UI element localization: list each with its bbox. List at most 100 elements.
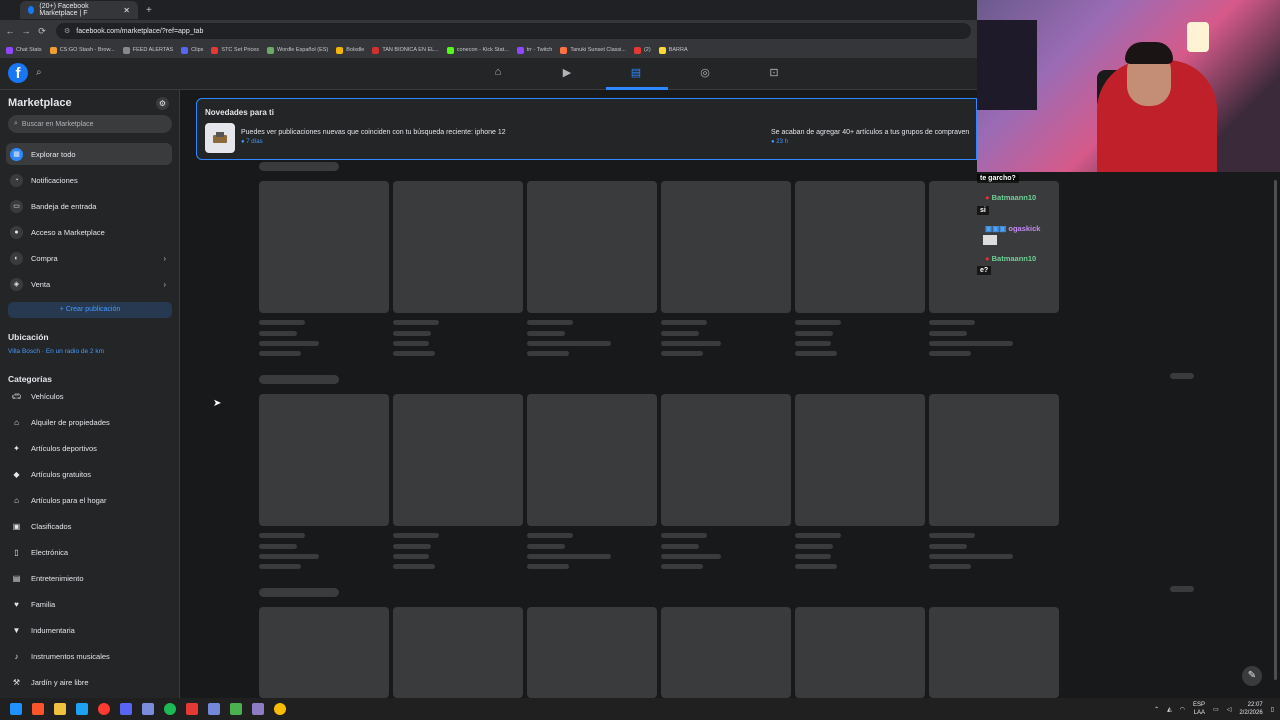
bookmark-item[interactable]: conecon - Kick Stat...: [446, 46, 509, 54]
display-icon[interactable]: ▭: [1213, 706, 1219, 713]
skeleton-listing-card: [929, 607, 1059, 698]
app-icon[interactable]: [208, 703, 220, 715]
page-scrollbar[interactable]: [1274, 180, 1277, 680]
home-icon[interactable]: ⌂: [491, 66, 505, 80]
calendar-icon[interactable]: [186, 703, 198, 715]
bookmark-item[interactable]: (2): [633, 46, 651, 54]
category-label: Indumentaria: [31, 625, 75, 635]
category-item-instruments[interactable]: ♪ Instrumentos musicales: [6, 645, 172, 667]
app-icon[interactable]: [142, 703, 154, 715]
gaming-icon[interactable]: ⊡: [767, 66, 781, 80]
forward-icon[interactable]: →: [20, 26, 32, 36]
category-item-rentals[interactable]: ⌂ Alquiler de propiedades: [6, 411, 172, 433]
category-item-vehicles[interactable]: 🚗︎ Vehículos: [6, 385, 172, 407]
clock[interactable]: 22:07 2/2/2026: [1239, 701, 1262, 717]
app-icon[interactable]: [76, 703, 88, 715]
speaker-icon[interactable]: ◁: [1227, 706, 1232, 713]
bookmarks-bar: Chat Stats CS:GO Stash - Brow... FEED AL…: [0, 42, 977, 58]
category-item-family[interactable]: ♥ Familia: [6, 593, 172, 615]
category-item-clothing[interactable]: ▼ Indumentaria: [6, 619, 172, 641]
skeleton-text-line: [661, 533, 707, 538]
browser-tab[interactable]: (20+) Facebook Marketplace | F ✕: [20, 1, 138, 19]
facebook-logo-icon[interactable]: f: [8, 63, 28, 83]
category-item-electronics[interactable]: ▯ Electrónica: [6, 541, 172, 563]
chrome-icon[interactable]: [274, 703, 286, 715]
app-icon[interactable]: [252, 703, 264, 715]
skeleton-text-line: [929, 351, 971, 356]
bookmark-item[interactable]: Chat Stats: [6, 46, 42, 54]
category-item-entertainment[interactable]: ▤ Entretenimiento: [6, 567, 172, 589]
sidebar-item-sell[interactable]: ◈ Venta ›: [6, 273, 172, 295]
bookmark-item[interactable]: Tanuki Sunset Classi...: [560, 46, 626, 54]
new-tab-icon[interactable]: +: [146, 5, 152, 16]
skeleton-row-title: [259, 588, 339, 597]
skeleton-listing-card: [661, 394, 791, 526]
skeleton-text-line: [259, 320, 305, 325]
video-icon[interactable]: ▶: [560, 66, 574, 80]
groups-icon[interactable]: ◎: [698, 66, 712, 80]
chevron-right-icon: ›: [163, 279, 166, 289]
sidebar-item-explore[interactable]: ▦ Explorar todo: [6, 143, 172, 165]
sidebar-item-inbox[interactable]: ▭ Bandeja de entrada: [6, 195, 172, 217]
sidebar-item-notifications[interactable]: ◔ Notificaciones: [6, 169, 172, 191]
notification-item-text[interactable]: Se acaban de agregar 40+ artículos a tus…: [771, 129, 969, 136]
back-icon[interactable]: ←: [4, 26, 16, 36]
skeleton-listing-card: [527, 394, 657, 526]
language-indicator[interactable]: ESP LAA: [1193, 701, 1205, 717]
bookmark-item[interactable]: BARRA: [658, 46, 688, 54]
chevron-up-icon[interactable]: ⌃: [1154, 706, 1159, 713]
bookmark-item[interactable]: Wordle Español (ES): [267, 46, 328, 54]
marketplace-icon[interactable]: ▤: [629, 66, 643, 80]
skeleton-text-line: [527, 341, 611, 346]
shirt-icon: ▼: [12, 625, 21, 635]
location-value-link[interactable]: Villa Bosch · En un radio de 2 km: [8, 348, 104, 355]
skeleton-listing-card: [929, 394, 1059, 526]
sidebar-item-access[interactable]: ● Acceso a Marketplace: [6, 221, 172, 243]
notification-icon[interactable]: ▯: [1271, 706, 1274, 713]
discord-icon[interactable]: [120, 703, 132, 715]
sidebar-item-label: Acceso a Marketplace: [31, 227, 105, 237]
windows-start-icon[interactable]: [10, 703, 22, 715]
category-item-classifieds[interactable]: ▣ Clasificados: [6, 515, 172, 537]
category-item-free[interactable]: ◆ Artículos gratuitos: [6, 463, 172, 485]
app-icon[interactable]: [230, 703, 242, 715]
bookmark-item[interactable]: CS:GO Stash - Brow...: [49, 46, 115, 54]
notification-item-text[interactable]: Puedes ver publicaciones nuevas que coin…: [241, 129, 506, 136]
wifi-icon[interactable]: ◠: [1180, 706, 1185, 713]
free-tag-icon: ◆: [13, 469, 20, 479]
skeleton-text-line: [259, 341, 319, 346]
chrome-icon[interactable]: [98, 703, 110, 715]
site-info-icon[interactable]: ⚙: [64, 27, 70, 35]
reload-icon[interactable]: ⟳: [36, 26, 48, 37]
iphone-thumbnail-image[interactable]: [205, 123, 235, 153]
skeleton-text-line: [661, 341, 721, 346]
bookmark-item[interactable]: Bolsdle: [336, 46, 364, 54]
bookmark-item[interactable]: STC Set Prices: [211, 46, 259, 54]
category-item-garden[interactable]: ⚒ Jardín y aire libre: [6, 671, 172, 693]
category-item-home[interactable]: ⌂ Artículos para el hogar: [6, 489, 172, 511]
brave-browser-icon[interactable]: [32, 703, 44, 715]
marketplace-search-input[interactable]: ⌕ Buscar en Marketplace: [8, 115, 172, 133]
settings-gear-icon[interactable]: ⚙: [156, 97, 169, 110]
network-icon[interactable]: ◭: [1167, 706, 1172, 713]
spotify-icon[interactable]: [164, 703, 176, 715]
active-tab-indicator: [606, 87, 668, 90]
bookmark-item[interactable]: FEED ALERTAS: [122, 46, 173, 54]
sidebar-item-buy[interactable]: ◐ Compra ›: [6, 247, 172, 269]
bookmark-item[interactable]: trr - Twitch: [516, 46, 552, 54]
category-item-sports[interactable]: ✦ Artículos deportivos: [6, 437, 172, 459]
skeleton-text-line: [259, 554, 319, 559]
skeleton-listing-card: [795, 181, 925, 313]
create-listing-button[interactable]: + Crear publicación: [8, 302, 172, 318]
tab-title: (20+) Facebook Marketplace | F: [39, 3, 89, 17]
url-text: facebook.com/marketplace/?ref=app_tab: [76, 27, 204, 35]
url-field[interactable]: ⚙ facebook.com/marketplace/?ref=app_tab: [56, 23, 971, 39]
bookmark-item[interactable]: TAN BIONICA EN EL...: [372, 46, 439, 54]
close-tab-icon[interactable]: ✕: [123, 6, 130, 15]
bookmark-item[interactable]: Clips: [181, 46, 203, 54]
skeleton-text-line: [929, 544, 967, 549]
compose-edit-icon[interactable]: ✎: [1242, 666, 1262, 686]
file-explorer-icon[interactable]: [54, 703, 66, 715]
facebook-top-bar: f ⌕ ⌂ ▶ ▤ ◎ ⊡: [0, 58, 977, 90]
search-icon[interactable]: ⌕: [36, 67, 42, 78]
